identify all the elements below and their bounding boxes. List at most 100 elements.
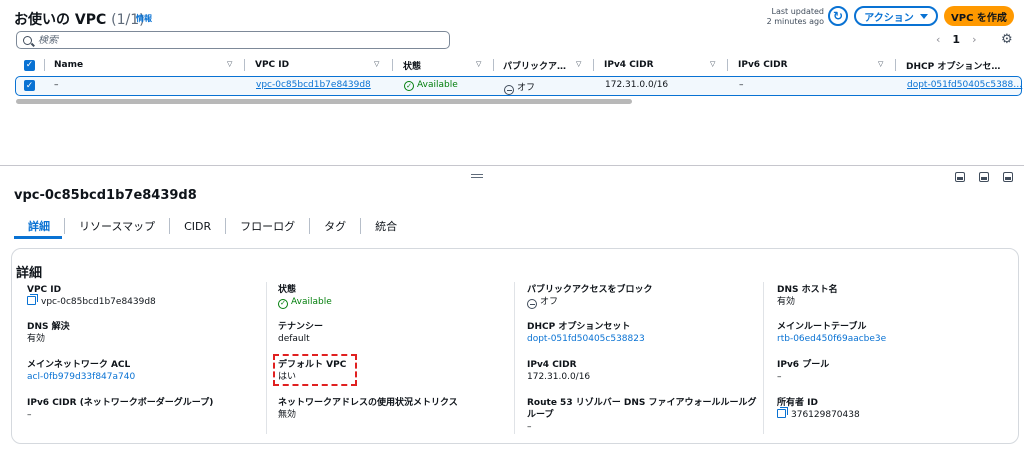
minus-circle-icon: [504, 85, 514, 96]
field-label: メインルートテーブル: [777, 322, 867, 332]
tab-resource-map[interactable]: リソースマップ: [65, 218, 171, 234]
column-header-public-access[interactable]: パブリックア…: [503, 56, 566, 74]
prev-page-button[interactable]: ‹: [936, 33, 940, 46]
field-label: テナンシー: [278, 322, 324, 332]
field-dns-resolution: DNS 解決 有効: [27, 321, 70, 346]
create-vpc-button[interactable]: VPC を作成: [944, 6, 1014, 26]
last-updated-time: 2 minutes ago: [766, 17, 824, 26]
current-page[interactable]: 1: [952, 33, 960, 46]
cell-vpc-id-link[interactable]: vpc-0c85bcd1b7e8439d8: [256, 80, 371, 90]
detail-tabs: 詳細 リソースマップ CIDR フローログ タグ 統合: [14, 216, 411, 236]
column-header-vpc-id[interactable]: VPC ID: [255, 56, 289, 74]
sort-icon[interactable]: ▽: [710, 60, 715, 68]
sort-icon[interactable]: ▽: [374, 60, 379, 68]
select-all-checkbox[interactable]: ✓: [24, 56, 35, 74]
actions-label: アクション: [864, 12, 914, 24]
copy-icon[interactable]: [777, 407, 788, 418]
column-divider: [244, 59, 245, 71]
cell-public-access-text: オフ: [517, 83, 536, 93]
column-divider: [44, 59, 45, 71]
column-divider: [727, 59, 728, 71]
actions-button[interactable]: アクション: [854, 6, 938, 26]
cell-dhcp-link[interactable]: dopt-051fd50405c5388…: [907, 80, 1022, 90]
field-net-usage-metrics: ネットワークアドレスの使用状況メトリクス 無効: [278, 397, 458, 422]
tab-details[interactable]: 詳細: [14, 218, 65, 234]
field-label: DNS ホスト名: [777, 285, 838, 295]
column-divider: [266, 282, 267, 434]
refresh-icon: ↻: [832, 9, 844, 23]
cell-public-access: オフ: [504, 80, 536, 96]
column-header-ipv4-cidr[interactable]: IPv4 CIDR: [604, 56, 654, 74]
next-page-button[interactable]: ›: [972, 33, 976, 46]
field-value: –: [777, 372, 782, 382]
last-updated: Last updated 2 minutes ago: [760, 7, 824, 27]
field-value: 無効: [278, 410, 297, 420]
column-header-dhcp[interactable]: DHCP オプションセ…: [906, 56, 1000, 74]
refresh-button[interactable]: ↻: [828, 6, 848, 26]
sort-icon[interactable]: ▽: [476, 60, 481, 68]
search-icon: [23, 35, 32, 45]
main-nacl-link[interactable]: acl-0fb979d33f847a740: [27, 371, 135, 384]
sort-icon[interactable]: ▽: [576, 60, 581, 68]
field-state: 状態 ✓ Available: [278, 284, 332, 309]
column-divider: [763, 282, 764, 434]
field-block-public-access: パブリックアクセスをブロック オフ: [527, 284, 653, 310]
column-divider: [593, 59, 594, 71]
table-header: ✓ Name ▽ VPC ID ▽ 状態 ▽ パブリックア… ▽ IPv4 CI…: [14, 56, 1024, 74]
maximize-panel-icon[interactable]: [1003, 172, 1013, 182]
info-link[interactable]: 情報: [136, 13, 152, 24]
split-side-icon[interactable]: [979, 172, 989, 182]
column-header-state[interactable]: 状態: [403, 56, 421, 74]
field-dhcp-option-set: DHCP オプションセット dopt-051fd50405c538823: [527, 321, 645, 346]
search-input[interactable]: [38, 34, 418, 46]
pagination: ‹ 1 ›: [936, 33, 976, 46]
field-value: Available: [291, 297, 332, 307]
horizontal-scrollbar[interactable]: [16, 99, 632, 104]
field-label: 所有者 ID: [777, 398, 818, 408]
detail-heading: vpc-0c85bcd1b7e8439d8: [14, 188, 197, 203]
last-updated-label: Last updated: [771, 7, 824, 16]
field-ipv6-cidr-group: IPv6 CIDR (ネットワークボーダーグループ) –: [27, 397, 213, 422]
field-owner-id: 所有者 ID 376129870438: [777, 397, 860, 422]
sort-icon[interactable]: ▽: [227, 60, 232, 68]
cell-state-text: Available: [417, 80, 458, 90]
main-route-table-link[interactable]: rtb-06ed450f69aacbe3e: [777, 333, 886, 346]
active-tab-indicator: [14, 236, 62, 239]
panel-divider: [0, 165, 1024, 166]
check-circle-icon: ✓: [404, 81, 414, 91]
caret-down-icon: [919, 13, 928, 19]
column-header-name[interactable]: Name: [54, 56, 83, 74]
field-route53-dns-firewall: Route 53 リゾルバー DNS ファイアウォールルールグ ループ –: [527, 397, 756, 434]
column-header-ipv6-cidr[interactable]: IPv6 CIDR: [738, 56, 788, 74]
tab-integrations[interactable]: 統合: [361, 218, 411, 234]
sort-icon[interactable]: ▽: [878, 60, 883, 68]
field-label: メインネットワーク ACL: [27, 360, 131, 370]
title-text: お使いの VPC: [14, 12, 107, 28]
drag-handle-icon[interactable]: [471, 174, 483, 178]
column-divider: [514, 282, 515, 434]
field-value: –: [527, 422, 532, 432]
table-row[interactable]: ✓ – vpc-0c85bcd1b7e8439d8 ✓ Available オフ …: [15, 76, 1022, 96]
row-checkbox[interactable]: ✓: [24, 80, 35, 91]
dhcp-option-set-link[interactable]: dopt-051fd50405c538823: [527, 333, 645, 346]
field-label-line1: Route 53 リゾルバー DNS ファイアウォールルールグ: [527, 398, 757, 408]
tab-cidr[interactable]: CIDR: [170, 218, 227, 234]
gear-icon[interactable]: ⚙: [1001, 32, 1013, 47]
field-label: IPv4 CIDR: [527, 360, 577, 370]
field-label-line2: ループ: [527, 410, 554, 420]
field-value: 172.31.0.0/16: [527, 372, 591, 382]
split-bottom-icon[interactable]: [955, 172, 965, 182]
field-label: パブリックアクセスをブロック: [527, 285, 653, 295]
field-main-nacl: メインネットワーク ACL acl-0fb979d33f847a740: [27, 359, 135, 384]
tab-tags[interactable]: タグ: [310, 218, 362, 234]
field-main-route-table: メインルートテーブル rtb-06ed450f69aacbe3e: [777, 321, 886, 346]
check-icon: ✓: [24, 80, 35, 91]
annotation-highlight-box: [273, 354, 357, 386]
copy-icon[interactable]: [27, 294, 38, 305]
column-divider: [493, 59, 494, 71]
field-value: 有効: [777, 297, 796, 307]
vpc-list-panel: お使いの VPC (1/1) 情報 Last updated 2 minutes…: [0, 0, 1024, 165]
field-label: IPv6 CIDR (ネットワークボーダーグループ): [27, 398, 214, 408]
field-value: オフ: [540, 297, 559, 307]
tab-flow-logs[interactable]: フローログ: [226, 218, 311, 234]
